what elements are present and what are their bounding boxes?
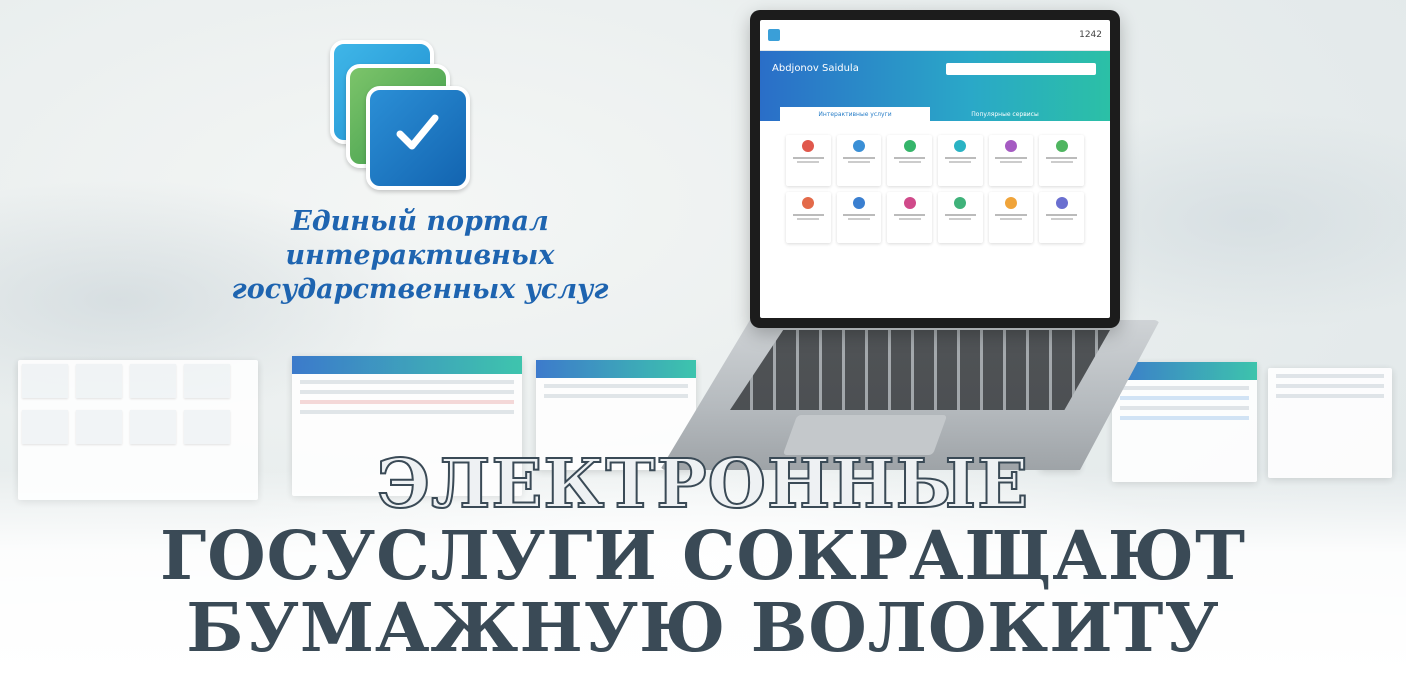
screen-logo-icon (768, 29, 780, 41)
service-card (887, 135, 932, 186)
service-card (836, 192, 882, 243)
service-card (786, 192, 831, 243)
tagline-line-3: государственных услуг (231, 274, 609, 305)
screen-hero: Abdjonov Saidula Интерактивные услуги По… (760, 51, 1110, 121)
laptop-screen-frame: 1242 Abdjonov Saidula Интерактивные услу… (750, 10, 1120, 328)
laptop: 1242 Abdjonov Saidula Интерактивные услу… (660, 10, 1160, 470)
screen-search-input (946, 63, 1096, 75)
service-card (938, 135, 983, 186)
service-card (1039, 135, 1084, 186)
service-card (836, 135, 882, 186)
laptop-keyboard (730, 330, 1110, 410)
portal-logo (330, 40, 480, 190)
checkmark-icon (396, 114, 439, 150)
service-card (938, 192, 983, 243)
screen-tab-active: Интерактивные услуги (780, 107, 930, 121)
laptop-screen: 1242 Abdjonov Saidula Интерактивные услу… (760, 20, 1110, 318)
screen-service-grid (760, 121, 1110, 257)
tagline-line-2: интерактивных (285, 240, 555, 271)
service-card (988, 192, 1034, 243)
tagline-line-1: Единый портал (291, 206, 549, 237)
screen-counter: 1242 (1079, 30, 1102, 40)
headline: ЭЛЕКТРОННЫЕ ГОСУСЛУГИ СОКРАЩАЮТ БУМАЖНУЮ… (0, 444, 1406, 667)
service-card (887, 192, 932, 243)
screen-user-name: Abdjonov Saidula (772, 63, 859, 74)
headline-line-3: БУМАЖНУЮ ВОЛОКИТУ (186, 588, 1220, 667)
screen-header: 1242 (760, 20, 1110, 51)
service-card (988, 135, 1034, 186)
screen-tabs: Интерактивные услуги Популярные сервисы (780, 107, 1080, 121)
portal-tagline: Единый портал интерактивных государствен… (230, 205, 610, 307)
screen-tab-other: Популярные сервисы (971, 110, 1039, 118)
headline-line-2: ГОСУСЛУГИ СОКРАЩАЮТ (159, 516, 1247, 595)
service-card (1039, 192, 1084, 243)
service-card (786, 135, 831, 186)
headline-line-1: ЭЛЕКТРОННЫЕ (376, 444, 1030, 523)
